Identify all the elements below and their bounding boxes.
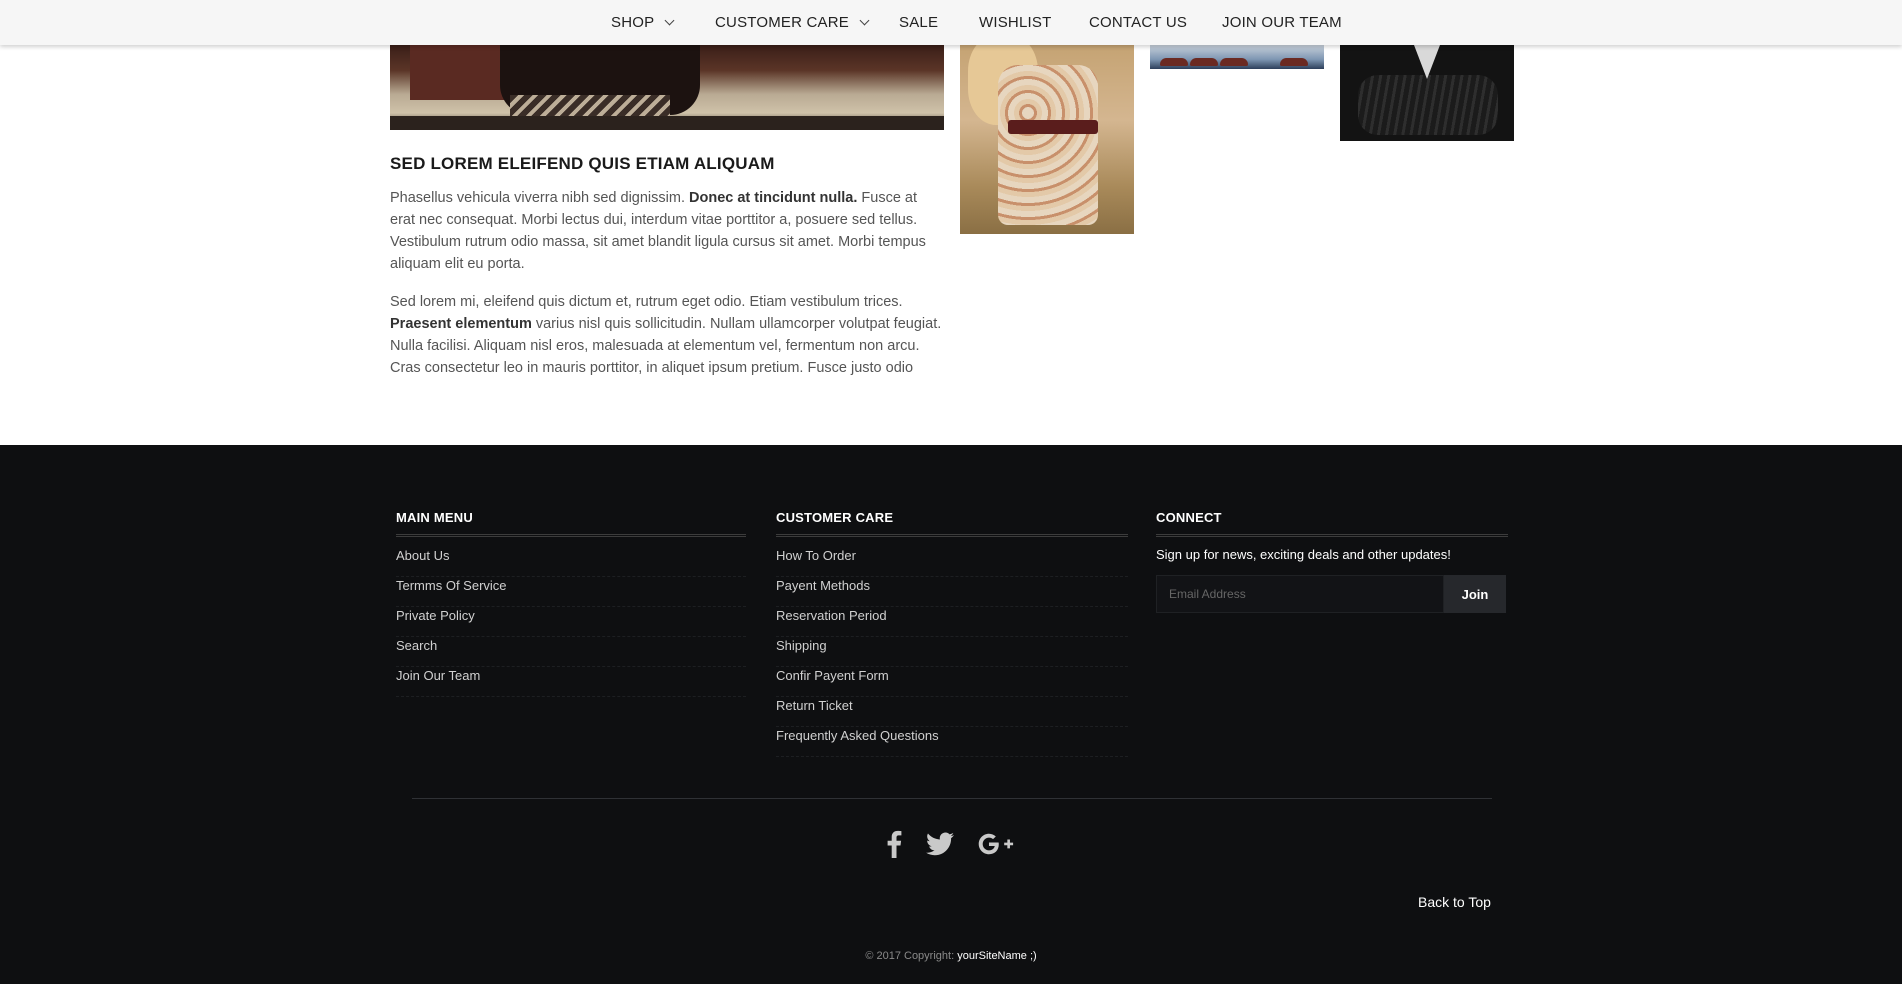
nav-contact-us[interactable]: CONTACT US xyxy=(1089,14,1187,31)
nav-shop-label: SHOP xyxy=(611,14,655,31)
email-field[interactable] xyxy=(1156,575,1444,613)
newsletter-form: Join xyxy=(1156,575,1506,613)
article-image xyxy=(390,45,944,130)
divider xyxy=(776,534,1128,537)
footer-divider xyxy=(412,798,1492,799)
divider xyxy=(396,534,746,537)
gallery-image-black-jacket[interactable] xyxy=(1340,45,1514,141)
divider xyxy=(1156,534,1508,537)
footer-customer-care-title: CUSTOMER CARE xyxy=(776,510,894,525)
article-paragraph-2: Sed lorem mi, eleifend quis dictum et, r… xyxy=(390,294,942,376)
chevron-down-icon xyxy=(859,15,870,26)
footer-link-reservation-period[interactable]: Reservation Period xyxy=(776,607,1128,637)
footer-connect-title: CONNECT xyxy=(1156,510,1222,525)
top-navigation: SHOP CUSTOMER CARE SALE WISHLIST CONTACT… xyxy=(0,0,1902,45)
nav-sale-label: SALE xyxy=(899,14,939,31)
footer-link-return-ticket[interactable]: Return Ticket xyxy=(776,697,1128,727)
gallery-image-shoes[interactable] xyxy=(1150,45,1324,69)
footer-link-private-policy[interactable]: Private Policy xyxy=(396,607,746,637)
copyright-prefix: © 2017 Copyright: xyxy=(865,950,958,962)
copyright-site-name: yourSiteName xyxy=(957,950,1027,962)
footer-link-about-us[interactable]: About Us xyxy=(396,547,746,577)
nav-sale[interactable]: SALE xyxy=(899,14,938,31)
nav-customer-care[interactable]: CUSTOMER CARE xyxy=(715,14,870,31)
footer-link-terms-of-service[interactable]: Termms Of Service xyxy=(396,577,746,607)
join-button[interactable]: Join xyxy=(1444,575,1506,613)
footer-link-how-to-order[interactable]: How To Order xyxy=(776,547,1128,577)
nav-wishlist[interactable]: WISHLIST xyxy=(979,14,1051,31)
gallery-image-floral-dress[interactable] xyxy=(960,45,1134,234)
footer-link-confirm-payment-form[interactable]: Confir Payent Form xyxy=(776,667,1128,697)
nav-join-our-team[interactable]: JOIN OUR TEAM xyxy=(1222,14,1342,31)
nav-contact-us-label: CONTACT US xyxy=(1089,14,1188,31)
footer-main-menu-title: MAIN MENU xyxy=(396,510,473,525)
chevron-down-icon xyxy=(664,15,675,26)
footer-link-shipping[interactable]: Shipping xyxy=(776,637,1128,667)
footer-link-payment-methods[interactable]: Payent Methods xyxy=(776,577,1128,607)
nav-shop[interactable]: SHOP xyxy=(611,14,675,31)
copyright: © 2017 Copyright: yourSiteName ;) xyxy=(0,950,1902,962)
copyright-suffix: ;) xyxy=(1026,950,1037,962)
footer-link-search[interactable]: Search xyxy=(396,637,746,667)
google-plus-icon[interactable] xyxy=(978,826,1014,862)
article-paragraph-1: Phasellus vehicula viverra nibh sed dign… xyxy=(390,190,926,272)
footer-link-faq[interactable]: Frequently Asked Questions xyxy=(776,727,1128,757)
footer-connect: CONNECT Sign up for news, exciting deals… xyxy=(1156,510,1508,613)
footer-link-join-our-team[interactable]: Join Our Team xyxy=(396,667,746,697)
nav-join-our-team-label: JOIN OUR TEAM xyxy=(1222,14,1342,31)
article-title: SED LOREM ELEIFEND QUIS ETIAM ALIQUAM xyxy=(390,154,775,173)
newsletter-text: Sign up for news, exciting deals and oth… xyxy=(1156,547,1451,562)
footer-main-menu: MAIN MENU About Us Termms Of Service Pri… xyxy=(396,510,746,697)
back-to-top-link[interactable]: Back to Top xyxy=(1418,894,1491,910)
nav-customer-care-label: CUSTOMER CARE xyxy=(715,14,850,31)
facebook-icon[interactable] xyxy=(876,826,912,862)
footer-customer-care: CUSTOMER CARE How To Order Payent Method… xyxy=(776,510,1128,757)
nav-wishlist-label: WISHLIST xyxy=(979,14,1052,31)
twitter-icon[interactable] xyxy=(922,826,958,862)
